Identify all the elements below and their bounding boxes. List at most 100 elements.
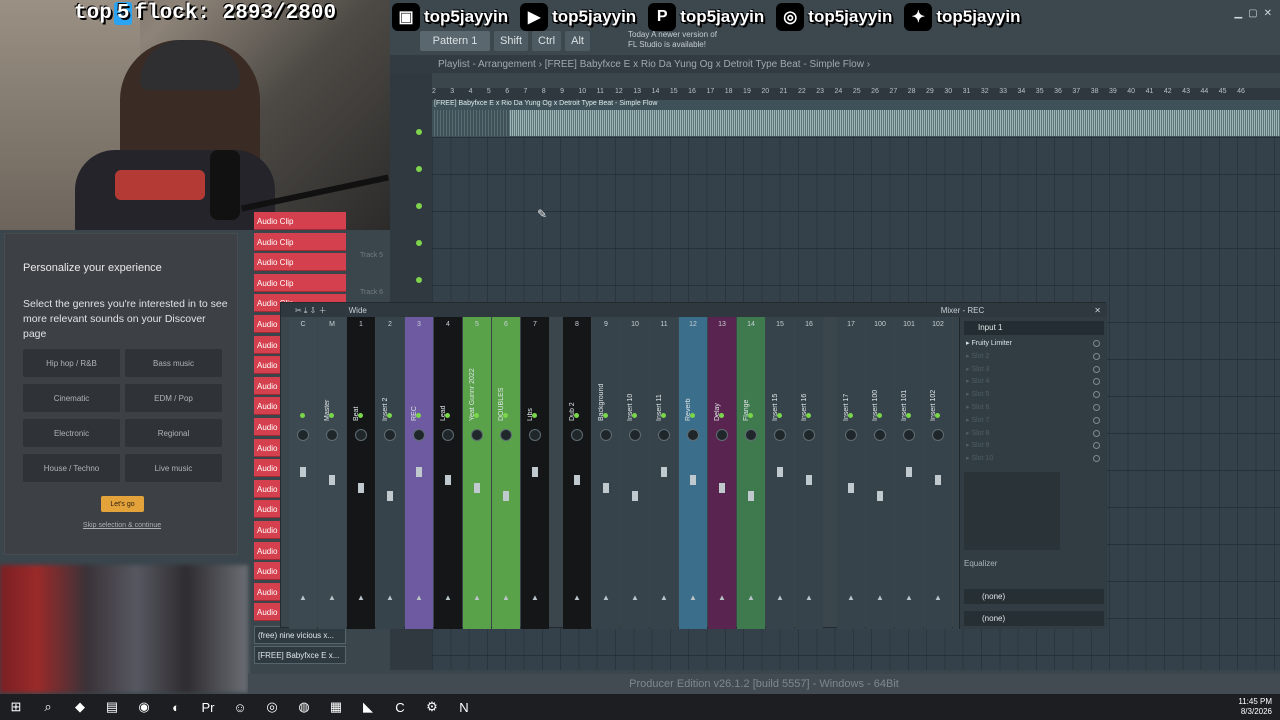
volume-fader[interactable] — [574, 475, 580, 485]
volume-fader[interactable] — [719, 483, 725, 493]
route-arrow-icon[interactable]: ▲ — [386, 593, 394, 602]
route-arrow-icon[interactable]: ▲ — [473, 593, 481, 602]
settings-icon[interactable]: ⚙ — [416, 694, 448, 720]
mixer-mode[interactable]: Wide — [349, 306, 367, 315]
pan-knob[interactable] — [716, 429, 728, 441]
pan-knob[interactable] — [874, 429, 886, 441]
mixer-strip[interactable]: 10 Insert 10 ▲ — [621, 317, 649, 629]
genre-bass-music[interactable]: Bass music — [125, 349, 222, 377]
strip-led[interactable] — [690, 413, 695, 418]
volume-fader[interactable] — [848, 483, 854, 493]
route-arrow-icon[interactable]: ▲ — [573, 593, 581, 602]
strip-led[interactable] — [906, 413, 911, 418]
volume-fader[interactable] — [300, 467, 306, 477]
pan-knob[interactable] — [687, 429, 699, 441]
slot-toggle[interactable] — [1093, 352, 1100, 360]
pan-knob[interactable] — [774, 429, 786, 441]
slot-toggle[interactable] — [1093, 416, 1100, 424]
effect-slot[interactable]: ▸ Slot 7 — [966, 416, 1104, 424]
route-arrow-icon[interactable]: ▲ — [602, 593, 610, 602]
mixer-strip[interactable]: 17 Insert 17 ▲ — [837, 317, 865, 629]
steam-icon[interactable]: ◍ — [288, 694, 320, 720]
strip-led[interactable] — [632, 413, 637, 418]
mixer-strip[interactable]: 2 Insert 2 ▲ — [376, 317, 404, 629]
pan-knob[interactable] — [500, 429, 512, 441]
genre-house-techno[interactable]: House / Techno — [23, 454, 120, 482]
slot-toggle[interactable] — [1093, 404, 1100, 411]
windows-start-icon[interactable]: ⊞ — [0, 694, 32, 720]
slot-toggle[interactable] — [1093, 378, 1100, 386]
slot-toggle[interactable] — [1093, 455, 1100, 463]
mixer-strip[interactable]: M Master ▲ — [318, 317, 346, 629]
pan-knob[interactable] — [442, 429, 454, 441]
output-select[interactable]: (none) — [964, 589, 1104, 604]
route-arrow-icon[interactable]: ▲ — [631, 593, 639, 602]
volume-fader[interactable] — [416, 467, 422, 477]
route-arrow-icon[interactable]: ▲ — [531, 593, 539, 602]
mixer-strip[interactable]: 15 Insert 15 ▲ — [766, 317, 794, 629]
route-arrow-icon[interactable]: ▲ — [502, 593, 510, 602]
effect-slot[interactable]: ▸ Slot 6 — [966, 403, 1104, 411]
mixer-strip[interactable]: 101 Insert 101 ▲ — [895, 317, 923, 629]
route-arrow-icon[interactable]: ▲ — [660, 593, 668, 602]
route-arrow-icon[interactable]: ▲ — [689, 593, 697, 602]
mixer-strip[interactable]: 6 DOUBLES ▲ — [492, 317, 520, 629]
mixer-close-icon[interactable]: ✕ — [1094, 306, 1101, 315]
strip-led[interactable] — [719, 413, 724, 418]
premiere-icon[interactable]: Pr — [192, 694, 224, 720]
minimize-icon[interactable]: ▁ — [1234, 8, 1242, 19]
mixer-strip[interactable]: 13 Delay ▲ — [708, 317, 736, 629]
volume-fader[interactable] — [387, 491, 393, 501]
mixer-strip[interactable]: 4 Lead ▲ — [434, 317, 462, 629]
strip-led[interactable] — [603, 413, 608, 418]
pan-knob[interactable] — [529, 429, 541, 441]
equalizer-display[interactable] — [964, 472, 1060, 550]
mixer-strip[interactable]: 14 Flange ▲ — [737, 317, 765, 629]
strip-led[interactable] — [574, 413, 579, 418]
strip-led[interactable] — [532, 413, 537, 418]
pan-knob[interactable] — [384, 429, 396, 441]
effect-slot[interactable]: ▸ Slot 5 — [966, 390, 1104, 399]
genre-regional[interactable]: Regional — [125, 419, 222, 447]
brave-icon[interactable]: ◆ — [64, 694, 96, 720]
volume-fader[interactable] — [690, 475, 696, 485]
route-arrow-icon[interactable]: ▲ — [747, 593, 755, 602]
track-mute-led[interactable] — [416, 240, 422, 246]
search-icon[interactable]: ⌕ — [32, 694, 64, 720]
effect-slot[interactable]: ▸ Slot 8 — [966, 429, 1104, 437]
mixer-strip[interactable]: 7 Libs ▲ — [521, 317, 549, 629]
effect-slot[interactable]: ▸ Slot 9 — [966, 441, 1104, 450]
audio-clip-item[interactable]: Audio Clip — [254, 232, 346, 251]
pan-knob[interactable] — [745, 429, 757, 441]
route-arrow-icon[interactable]: ▲ — [876, 593, 884, 602]
volume-fader[interactable] — [806, 475, 812, 485]
mixer-strip[interactable]: 9 Background ▲ — [592, 317, 620, 629]
effect-slot[interactable]: ▸ Slot 4 — [966, 377, 1104, 386]
pan-knob[interactable] — [326, 429, 338, 441]
volume-fader[interactable] — [777, 467, 783, 477]
volume-fader[interactable] — [603, 483, 609, 493]
slot-toggle[interactable] — [1093, 391, 1100, 399]
volume-fader[interactable] — [329, 475, 335, 485]
mixer-strip[interactable]: 3 REC ▲ — [405, 317, 433, 629]
mixer-strip[interactable]: 5 Yeat Gunnr 2022 ▲ — [463, 317, 491, 629]
volume-fader[interactable] — [358, 483, 364, 493]
pattern-selector[interactable]: Pattern 1 — [420, 31, 490, 51]
maximize-icon[interactable]: ▢ — [1248, 8, 1257, 19]
volume-fader[interactable] — [632, 491, 638, 501]
pan-knob[interactable] — [658, 429, 670, 441]
route-arrow-icon[interactable]: ▲ — [776, 593, 784, 602]
route-arrow-icon[interactable]: ▲ — [299, 593, 307, 602]
route-arrow-icon[interactable]: ▲ — [905, 593, 913, 602]
volume-fader[interactable] — [748, 491, 754, 501]
strip-led[interactable] — [806, 413, 811, 418]
timeline-ruler[interactable]: 2 3 4 5 6 7 8 9 10 11 12 13 14 15 16 17 18 19 20 21 22 23 24 25… — [432, 88, 1280, 100]
pan-knob[interactable] — [629, 429, 641, 441]
shift-button[interactable]: Shift — [494, 31, 529, 51]
skip-selection-link[interactable]: Skip selection & continue — [5, 522, 239, 529]
file-explorer-icon[interactable]: ▤ — [96, 694, 128, 720]
strip-led[interactable] — [935, 413, 940, 418]
genre-edm-pop[interactable]: EDM / Pop — [125, 384, 222, 412]
pan-knob[interactable] — [413, 429, 425, 441]
genre-live-music[interactable]: Live music — [125, 454, 222, 482]
